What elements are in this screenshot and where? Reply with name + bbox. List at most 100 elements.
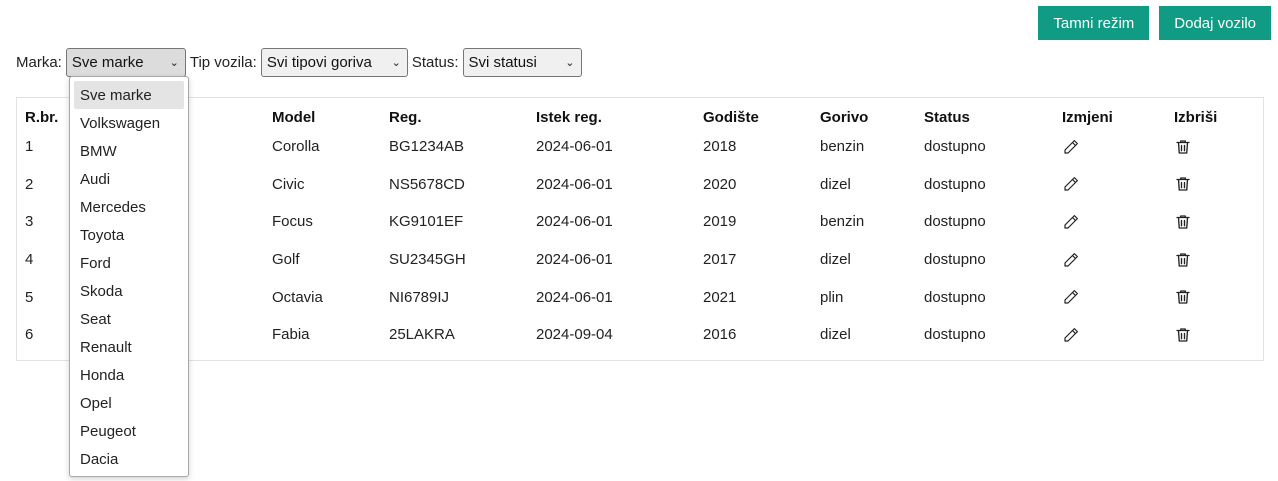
pencil-icon[interactable] <box>1062 251 1080 269</box>
column-header[interactable]: Godište <box>703 106 820 128</box>
delete-cell <box>1174 316 1263 354</box>
pencil-icon[interactable] <box>1062 213 1080 231</box>
table-cell: dizel <box>820 175 851 193</box>
table-cell: 1 <box>25 138 34 156</box>
table-row: 1 Corolla BG1234AB 2024-06-01 2018 benzin dost… <box>17 128 1263 166</box>
fuel-select[interactable]: Svi tipovi goriva ⌄ <box>260 48 408 77</box>
table-cell: dizel <box>820 326 851 344</box>
table-cell: benzin <box>820 213 865 231</box>
table-cell: Golf <box>272 251 300 269</box>
edit-cell <box>1062 203 1174 241</box>
edit-cell <box>1062 128 1174 166</box>
delete-cell <box>1174 128 1263 166</box>
table-row: 5 Octavia NI6789IJ 2024-06-01 2021 plin dostup… <box>17 278 1263 316</box>
trash-icon[interactable] <box>1174 326 1192 344</box>
column-header[interactable]: Reg. <box>389 106 536 128</box>
table-row: 4nGolfSU2345GH2024-06-012017dizeldostupn… <box>17 241 1263 279</box>
brand-filter-label: Marka: <box>16 54 62 71</box>
table-cell: 25LAKRA <box>389 326 455 344</box>
edit-cell <box>1062 166 1174 204</box>
brand-option[interactable]: Seat <box>74 305 184 333</box>
fuel-filter-label: Tip vozila: <box>189 54 257 71</box>
table-cell: NI6789IJ <box>389 288 450 306</box>
table-cell: 2024-09-04 <box>536 326 613 344</box>
column-header[interactable]: Status <box>924 106 1062 128</box>
table-cell: 4 <box>25 251 34 269</box>
table-cell: dostupno <box>924 213 986 231</box>
column-header: Izbriši <box>1174 108 1218 126</box>
table-cell: BG1234AB <box>389 138 465 156</box>
chevron-down-icon: ⌄ <box>169 57 179 69</box>
delete-cell <box>1174 203 1263 241</box>
table-cell: 2018 <box>703 138 737 156</box>
add-vehicle-button[interactable]: Dodaj vozilo <box>1159 6 1271 40</box>
toolbar: Tamni režim Dodaj vozilo <box>1038 6 1271 40</box>
trash-icon[interactable] <box>1174 138 1192 156</box>
table-cell: 2024-06-01 <box>536 175 613 193</box>
table-cell: KG9101EF <box>389 213 464 231</box>
column-header[interactable]: R.br. <box>17 106 72 128</box>
chevron-down-icon: ⌄ <box>565 57 575 69</box>
pencil-icon[interactable] <box>1062 138 1080 156</box>
trash-icon[interactable] <box>1174 288 1192 306</box>
column-header: Izmjeni <box>1062 108 1113 126</box>
table-cell: plin <box>820 288 844 306</box>
brand-option[interactable]: BMW <box>74 137 184 165</box>
table-cell: dostupno <box>924 138 986 156</box>
status-filter-label: Status: <box>411 54 459 71</box>
pencil-icon[interactable] <box>1062 175 1080 193</box>
table-cell: 2016 <box>703 326 737 344</box>
delete-cell <box>1174 241 1263 279</box>
delete-cell <box>1174 166 1263 204</box>
brand-option[interactable]: Mercedes <box>74 193 184 221</box>
table-cell: 2021 <box>703 288 737 306</box>
brand-dropdown-list: Sve marke Volkswagen BMW Audi Mercedes Toyota… <box>69 76 189 477</box>
chevron-down-icon: ⌄ <box>391 57 401 69</box>
brand-option[interactable]: Volkswagen <box>74 109 184 137</box>
table-cell: 3 <box>25 213 34 231</box>
brand-select-value: Sve marke <box>71 54 144 71</box>
dark-mode-button[interactable]: Tamni režim <box>1038 6 1150 40</box>
table-row: 2 Civic NS5678CD 2024-06-01 2020 dizel dostupn… <box>17 166 1263 204</box>
status-select-value: Svi statusi <box>468 54 537 71</box>
table-cell: 2020 <box>703 175 737 193</box>
brand-option[interactable]: Honda <box>74 361 184 389</box>
table-cell: Civic <box>272 175 305 193</box>
column-header[interactable]: Model <box>272 106 389 128</box>
brand-option[interactable]: Renault <box>74 333 184 361</box>
brand-option[interactable]: Audi <box>74 165 184 193</box>
brand-select[interactable]: Sve marke ⌄ <box>65 48 186 77</box>
table-cell: 6 <box>25 326 34 344</box>
table-cell: dostupno <box>924 251 986 269</box>
table-cell: 2019 <box>703 213 737 231</box>
table-cell: 5 <box>25 288 34 306</box>
vehicles-table: R.br. Model Reg. Istek reg. Godište Gori… <box>17 106 1263 354</box>
status-select[interactable]: Svi statusi ⌄ <box>462 48 582 77</box>
pencil-icon[interactable] <box>1062 288 1080 306</box>
table-cell: 2017 <box>703 251 737 269</box>
brand-option[interactable]: Skoda <box>74 277 184 305</box>
table-cell: benzin <box>820 138 865 156</box>
brand-option[interactable]: Opel <box>74 389 184 417</box>
brand-option[interactable]: Peugeot <box>74 417 184 445</box>
trash-icon[interactable] <box>1174 175 1192 193</box>
column-header[interactable]: Istek reg. <box>536 106 703 128</box>
brand-option[interactable]: Ford <box>74 249 184 277</box>
brand-option[interactable]: Toyota <box>74 221 184 249</box>
edit-cell <box>1062 241 1174 279</box>
edit-cell <box>1062 278 1174 316</box>
table-cell: 2024-06-01 <box>536 251 613 269</box>
brand-option[interactable]: Dacia <box>74 445 184 473</box>
table-row: 6 Fabia 25LAKRA 2024-09-04 2016 dizel dostupno <box>17 316 1263 354</box>
table-cell: 2024-06-01 <box>536 213 613 231</box>
column-header[interactable]: Gorivo <box>820 106 924 128</box>
trash-icon[interactable] <box>1174 213 1192 231</box>
table-cell: 2024-06-01 <box>536 138 613 156</box>
delete-cell <box>1174 278 1263 316</box>
table-cell: Corolla <box>272 138 320 156</box>
table-cell: Fabia <box>272 326 310 344</box>
pencil-icon[interactable] <box>1062 326 1080 344</box>
trash-icon[interactable] <box>1174 251 1192 269</box>
brand-option[interactable]: Sve marke <box>74 81 184 109</box>
table-cell: dizel <box>820 251 851 269</box>
